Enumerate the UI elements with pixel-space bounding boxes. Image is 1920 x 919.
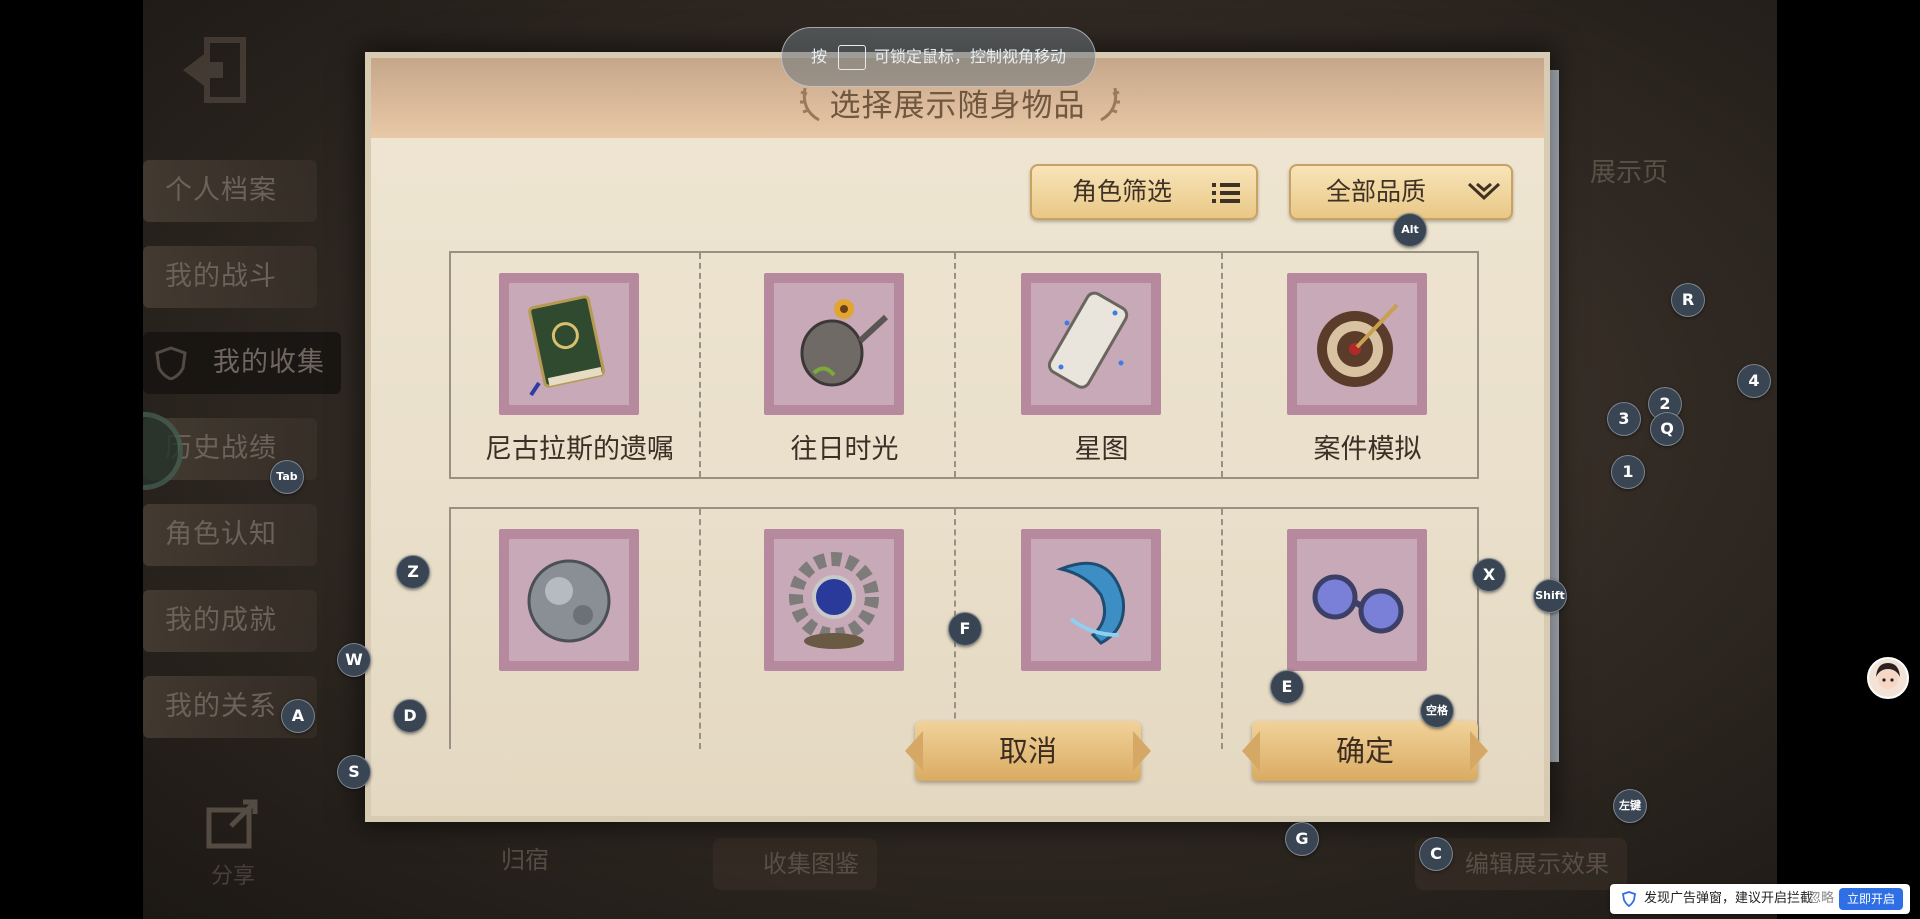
shield-icon [155, 346, 187, 380]
item-card[interactable]: 案件模拟 [1239, 253, 1496, 477]
item-stamp [493, 523, 645, 677]
back-tab[interactable]: 归宿 [501, 840, 549, 875]
filter-label: 角色筛选 [1071, 177, 1172, 206]
side-item-battles[interactable]: 我的战斗 [143, 246, 317, 308]
item-card[interactable]: 星图 [973, 253, 1230, 477]
key-hint-c[interactable]: C [1419, 837, 1453, 871]
exit-icon[interactable] [177, 30, 257, 110]
avatar-icon [1876, 663, 1900, 689]
share-button[interactable]: 分享 [193, 796, 273, 890]
item-stamp [1281, 523, 1433, 677]
item-card[interactable] [451, 509, 708, 749]
key-hint-tab[interactable]: Tab [270, 460, 304, 494]
side-item-label: 我的关系 [165, 691, 277, 722]
item-name: 星图 [1074, 434, 1129, 465]
key-hint-d[interactable]: D [393, 699, 427, 733]
collection-catalog-button[interactable]: 收集图鉴 [713, 838, 877, 890]
key-hint-f[interactable]: F [948, 612, 982, 646]
ad-message: 发现广告弹窗，建议开启拦截 [1644, 891, 1814, 906]
side-item-label: 个人档案 [165, 175, 277, 206]
key-hint-1[interactable]: 1 [1611, 455, 1645, 489]
key-hint-e[interactable]: E [1270, 670, 1304, 704]
side-item-label: 我的收集 [213, 347, 325, 378]
enable-now-button[interactable]: 立即开启 [1839, 888, 1904, 910]
watering-can-icon [774, 283, 894, 405]
side-item-label: 角色认知 [165, 519, 277, 550]
ad-block-notice: 发现广告弹窗，建议开启拦截 忽略 立即开启 [1610, 884, 1910, 914]
item-card[interactable]: 往日时光 [716, 253, 973, 477]
gear-gem-icon [774, 539, 894, 661]
item-stamp [493, 267, 645, 421]
character-filter-button[interactable]: 角色筛选 [1030, 164, 1258, 220]
item-name: 尼古拉斯的遗嘱 [485, 434, 674, 465]
key-hint-3[interactable]: 3 [1607, 402, 1641, 436]
dolphin-icon [1031, 539, 1151, 661]
shield-icon [1622, 891, 1636, 907]
goggles-icon [1297, 539, 1417, 661]
item-card[interactable]: 尼古拉斯的遗嘱 [451, 253, 708, 477]
item-card[interactable] [716, 509, 973, 749]
key-hint-4[interactable]: 4 [1737, 364, 1771, 398]
key-hint-w[interactable]: W [337, 643, 371, 677]
item-stamp [1015, 267, 1167, 421]
key-hint-alt[interactable]: Alt [1393, 213, 1427, 247]
item-stamp [758, 523, 910, 677]
cancel-button[interactable]: 取消 [915, 721, 1141, 781]
key-hint-a[interactable]: A [281, 699, 315, 733]
key-hint-s[interactable]: S [337, 755, 371, 789]
lock-mouse-tip: 按 可锁定鼠标，控制视角移动 [781, 27, 1096, 87]
item-name: 案件模拟 [1313, 434, 1422, 465]
select-item-dialog: 选择展示随身物品 角色筛选 全部品质 尼古拉斯的遗嘱 往日时光 星图 案件模拟 … [371, 58, 1544, 816]
confirm-button[interactable]: 确定 [1252, 721, 1478, 781]
key-hint-r[interactable]: R [1671, 283, 1705, 317]
list-icon [1212, 183, 1240, 203]
side-item-character[interactable]: 角色认知 [143, 504, 317, 566]
item-name: 往日时光 [790, 434, 899, 465]
star-map-icon [1031, 283, 1151, 405]
key-hint-x[interactable]: X [1472, 558, 1506, 592]
side-item-label: 我的战斗 [165, 261, 277, 292]
key-hint-q[interactable]: Q [1650, 412, 1684, 446]
display-page-label: 展示页 [1590, 158, 1669, 188]
book-icon [509, 283, 629, 405]
share-label: 分享 [210, 864, 255, 889]
laurel-right-icon [1100, 87, 1120, 122]
chevron-down-icon [1467, 182, 1501, 201]
key-hint-space[interactable]: 空格 [1420, 694, 1454, 728]
item-grid-row-1: 尼古拉斯的遗嘱 往日时光 星图 案件模拟 [449, 251, 1479, 479]
assistant-avatar[interactable] [1867, 657, 1909, 699]
key-hint-g[interactable]: G [1285, 822, 1319, 856]
quality-select[interactable]: 全部品质 [1289, 164, 1513, 220]
quality-label: 全部品质 [1325, 177, 1426, 206]
side-item-profile[interactable]: 个人档案 [143, 160, 317, 222]
side-item-achievement[interactable]: 我的成就 [143, 590, 317, 652]
ignore-link[interactable]: 忽略 [1808, 884, 1834, 914]
side-item-collection[interactable]: 我的收集 [143, 332, 341, 394]
moon-orb-icon [509, 539, 629, 661]
item-stamp [1015, 523, 1167, 677]
key-hint-z[interactable]: Z [396, 555, 430, 589]
share-icon [206, 799, 258, 849]
key-hint-shift[interactable]: Shift [1533, 579, 1567, 613]
item-card[interactable] [973, 509, 1230, 749]
key-icon [838, 45, 866, 70]
lock-tip-text: 可锁定鼠标，控制视角移动 [874, 47, 1067, 66]
lock-tip-prefix: 按 [811, 47, 828, 66]
item-stamp [758, 267, 910, 421]
key-hint-left-click[interactable]: 左键 [1613, 789, 1647, 823]
item-stamp [1281, 267, 1433, 421]
dartboard-icon [1297, 283, 1417, 405]
side-item-label: 我的成就 [165, 605, 277, 636]
